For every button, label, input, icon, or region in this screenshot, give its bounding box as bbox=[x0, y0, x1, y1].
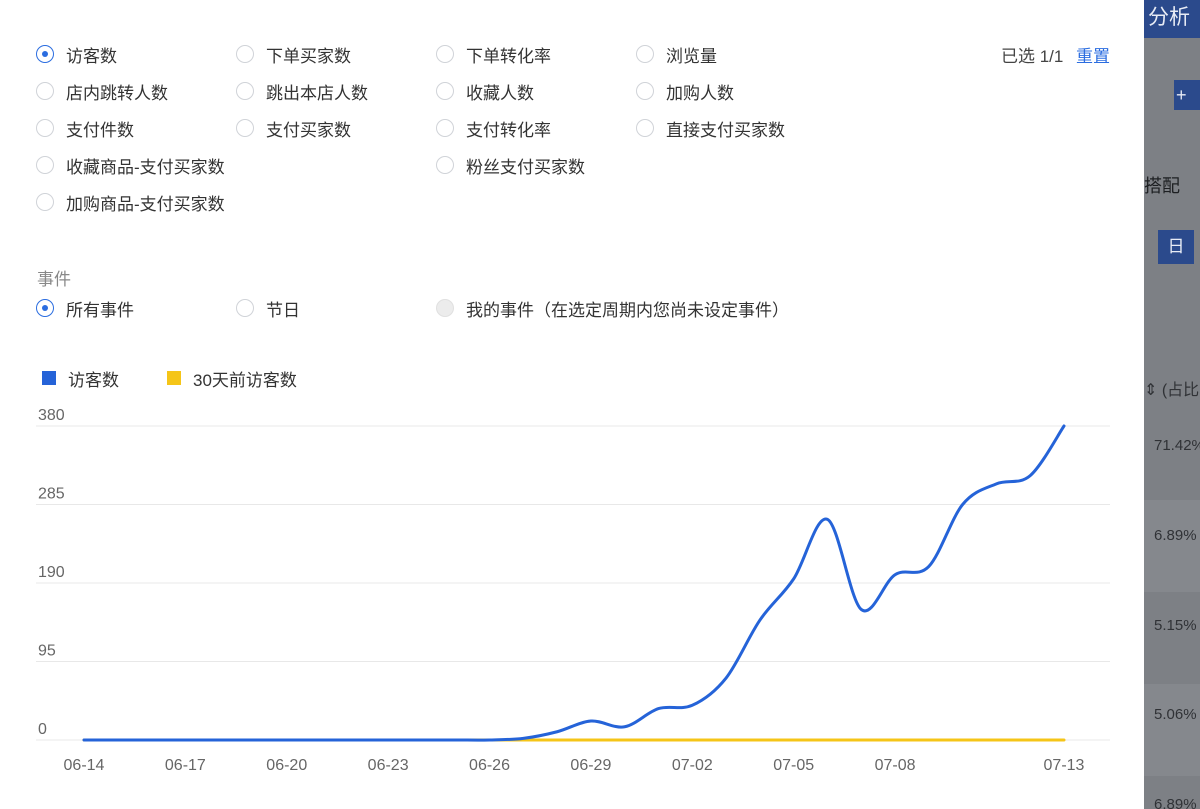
metric-option-label: 跳出本店人数 bbox=[266, 83, 368, 103]
metric-option-label: 下单转化率 bbox=[466, 46, 551, 66]
metric-option-label: 粉丝支付买家数 bbox=[466, 157, 585, 177]
radio-icon[interactable] bbox=[436, 45, 454, 63]
radio-icon[interactable] bbox=[436, 82, 454, 100]
radio-icon[interactable] bbox=[436, 156, 454, 174]
metric-option-label: 支付件数 bbox=[66, 120, 134, 140]
legend-label: 访客数 bbox=[68, 370, 119, 390]
metric-option-in-store-jumps[interactable]: 店内跳转人数 bbox=[36, 80, 168, 103]
metric-option-label: 支付买家数 bbox=[266, 120, 351, 140]
radio-icon[interactable] bbox=[36, 119, 54, 137]
legend-item-prev-visitors[interactable]: 30天前访客数 bbox=[167, 367, 297, 390]
x-tick-label: 07-02 bbox=[672, 757, 713, 774]
metric-option-label: 加购人数 bbox=[666, 83, 734, 103]
x-tick-label: 07-05 bbox=[773, 757, 814, 774]
metric-option-order-buyers[interactable]: 下单买家数 bbox=[236, 43, 351, 66]
events-section-label: 事件 bbox=[37, 270, 71, 289]
event-option-all[interactable]: 所有事件 bbox=[36, 297, 134, 320]
background-add-button[interactable]: + bbox=[1174, 80, 1200, 110]
metric-option-label: 支付转化率 bbox=[466, 120, 551, 140]
legend-swatch bbox=[167, 371, 181, 385]
background-row-band bbox=[1144, 684, 1200, 776]
metric-option-favorite-paid-buyers[interactable]: 收藏商品-支付买家数 bbox=[36, 154, 225, 177]
reset-link[interactable]: 重置 bbox=[1076, 42, 1110, 67]
metric-option-favorites[interactable]: 收藏人数 bbox=[436, 80, 534, 103]
radio-icon[interactable] bbox=[236, 45, 254, 63]
x-tick-label: 07-13 bbox=[1044, 757, 1085, 774]
legend-label: 30天前访客数 bbox=[193, 370, 297, 390]
radio-icon[interactable] bbox=[36, 299, 54, 317]
x-tick-label: 06-20 bbox=[266, 757, 307, 774]
x-tick-label: 07-08 bbox=[875, 757, 916, 774]
legend-swatch bbox=[42, 371, 56, 385]
metric-option-label: 直接支付买家数 bbox=[666, 120, 785, 140]
metric-option-label: 浏览量 bbox=[666, 46, 717, 66]
x-tick-label: 06-14 bbox=[64, 757, 105, 774]
radio-icon[interactable] bbox=[436, 119, 454, 137]
y-tick-label: 0 bbox=[38, 721, 47, 738]
radio-icon[interactable] bbox=[636, 82, 654, 100]
x-tick-label: 06-17 bbox=[165, 757, 206, 774]
radio-icon[interactable] bbox=[236, 82, 254, 100]
background-tab-label: 搭配 bbox=[1144, 176, 1180, 196]
radio-icon[interactable] bbox=[636, 119, 654, 137]
metric-option-label: 收藏商品-支付买家数 bbox=[66, 157, 225, 177]
background-percent: 71.42% bbox=[1154, 437, 1200, 454]
event-option-label: 节日 bbox=[266, 300, 300, 320]
metric-option-page-views[interactable]: 浏览量 bbox=[636, 43, 717, 66]
legend-item-visitors[interactable]: 访客数 bbox=[42, 367, 119, 390]
radio-icon[interactable] bbox=[636, 45, 654, 63]
event-option-holidays[interactable]: 节日 bbox=[236, 297, 300, 320]
background-percent: 6.89% bbox=[1154, 527, 1197, 544]
metric-option-label: 访客数 bbox=[66, 46, 117, 66]
metric-selector-modal: 访客数 下单买家数 下单转化率 浏览量 店内跳转人数 跳出本店人数 收藏人数 加… bbox=[0, 0, 1144, 809]
x-tick-label: 06-23 bbox=[368, 757, 409, 774]
radio-icon bbox=[436, 299, 454, 317]
visitor-trend-chart: 0 95 190 285 380 06-14 06-17 06-20 06-23 06-26 06-… bbox=[36, 407, 1110, 774]
metric-option-cart-paid-buyers[interactable]: 加购商品-支付买家数 bbox=[36, 191, 225, 214]
background-percent: 5.06% bbox=[1154, 706, 1197, 723]
radio-icon[interactable] bbox=[36, 156, 54, 174]
radio-icon[interactable] bbox=[36, 193, 54, 211]
metric-option-visitors[interactable]: 访客数 bbox=[36, 43, 117, 66]
background-percent: 5.15% bbox=[1154, 617, 1197, 634]
metric-option-pay-conversion[interactable]: 支付转化率 bbox=[436, 117, 551, 140]
background-day-button[interactable]: 日 bbox=[1158, 230, 1194, 264]
background-column-header: ⇕ (占比 bbox=[1144, 382, 1200, 399]
background-percent: 6.89% bbox=[1154, 796, 1197, 809]
y-tick-label: 190 bbox=[38, 564, 65, 581]
x-tick-label: 06-26 bbox=[469, 757, 510, 774]
metric-option-direct-paid-buyers[interactable]: 直接支付买家数 bbox=[636, 117, 785, 140]
radio-icon[interactable] bbox=[36, 45, 54, 63]
event-option-label: 所有事件 bbox=[66, 300, 134, 320]
radio-icon[interactable] bbox=[36, 82, 54, 100]
metric-option-bounce-users[interactable]: 跳出本店人数 bbox=[236, 80, 368, 103]
background-title: 分析 bbox=[1144, 0, 1200, 38]
selected-count: 已选 1/1 bbox=[1001, 47, 1064, 66]
y-tick-label: 95 bbox=[38, 643, 56, 660]
metric-option-label: 店内跳转人数 bbox=[66, 83, 168, 103]
background-row-band bbox=[1144, 500, 1200, 592]
metric-option-fan-paid-buyers[interactable]: 粉丝支付买家数 bbox=[436, 154, 585, 177]
x-tick-label: 06-29 bbox=[570, 757, 611, 774]
y-tick-label: 380 bbox=[38, 407, 65, 424]
event-option-label: 我的事件（在选定周期内您尚未设定事件） bbox=[466, 300, 789, 320]
metric-option-label: 收藏人数 bbox=[466, 83, 534, 103]
metric-option-paid-items[interactable]: 支付件数 bbox=[36, 117, 134, 140]
metric-option-label: 加购商品-支付买家数 bbox=[66, 194, 225, 214]
metric-option-paid-buyers[interactable]: 支付买家数 bbox=[236, 117, 351, 140]
metric-option-add-to-cart[interactable]: 加购人数 bbox=[636, 80, 734, 103]
radio-icon[interactable] bbox=[236, 119, 254, 137]
metric-option-label: 下单买家数 bbox=[266, 46, 351, 66]
event-option-my-events: 我的事件（在选定周期内您尚未设定事件） bbox=[436, 297, 789, 320]
radio-icon[interactable] bbox=[236, 299, 254, 317]
y-tick-label: 285 bbox=[38, 486, 65, 503]
metric-option-order-conversion[interactable]: 下单转化率 bbox=[436, 43, 551, 66]
